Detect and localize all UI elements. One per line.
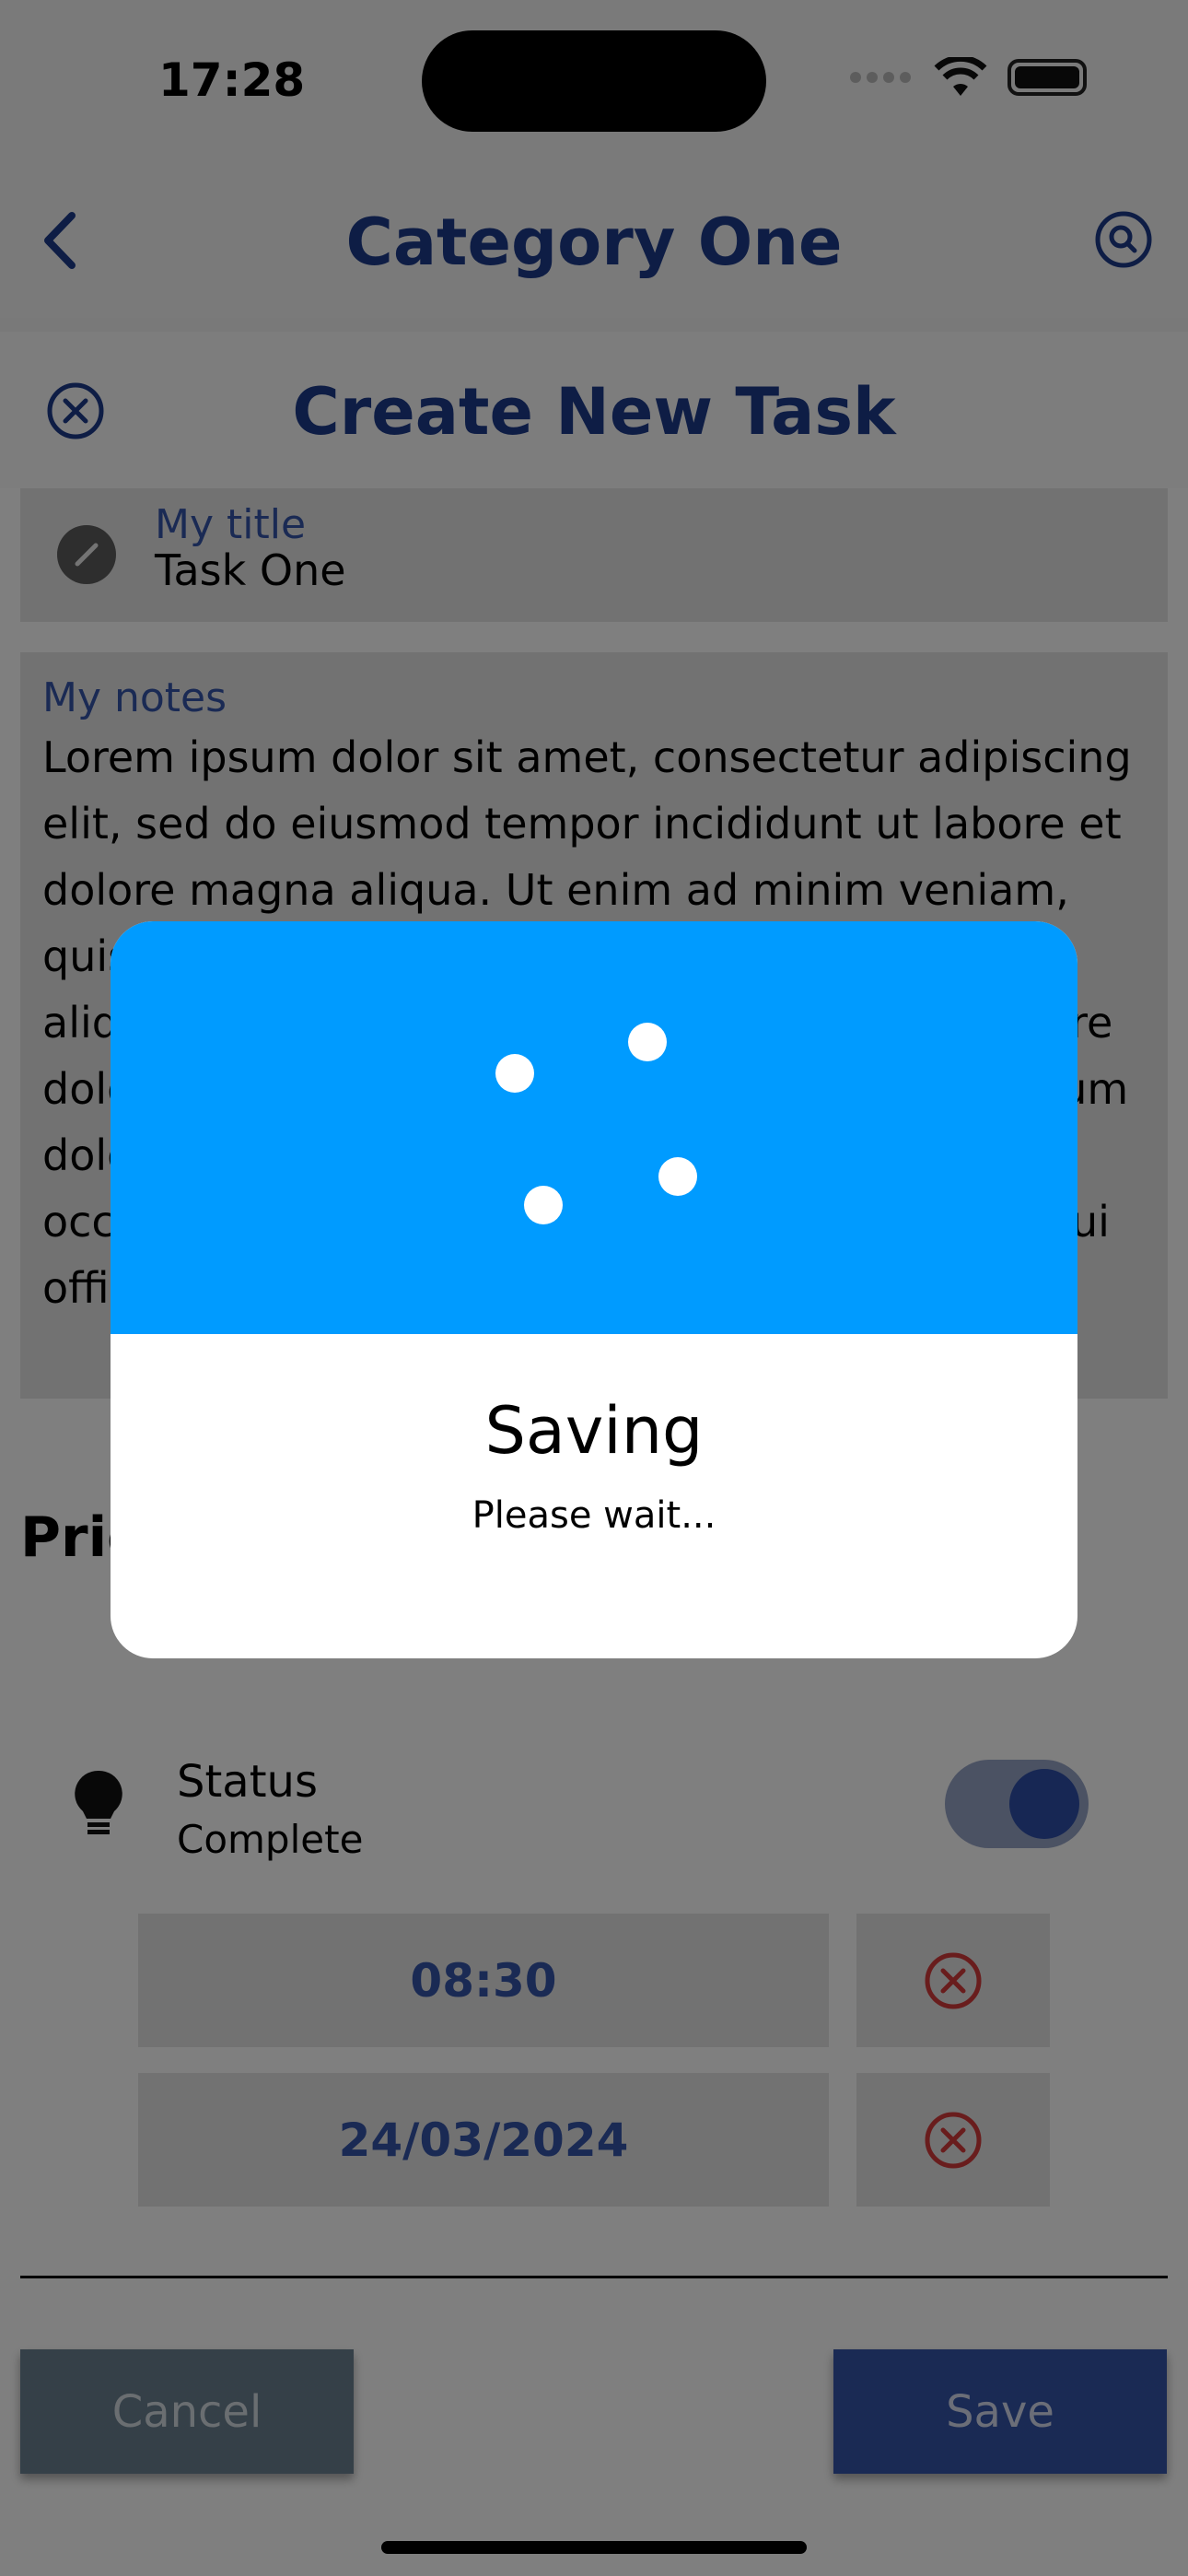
spinner-dot [495,1054,534,1093]
loading-banner [111,921,1077,1334]
dialog-title: Saving [484,1393,704,1469]
spinner-dot [628,1023,667,1061]
dialog-subtitle: Please wait... [472,1494,716,1537]
home-indicator [381,2541,807,2554]
spinner-dot [524,1186,563,1224]
saving-dialog: Saving Please wait... [111,921,1077,1658]
spinner-dot [658,1157,697,1196]
